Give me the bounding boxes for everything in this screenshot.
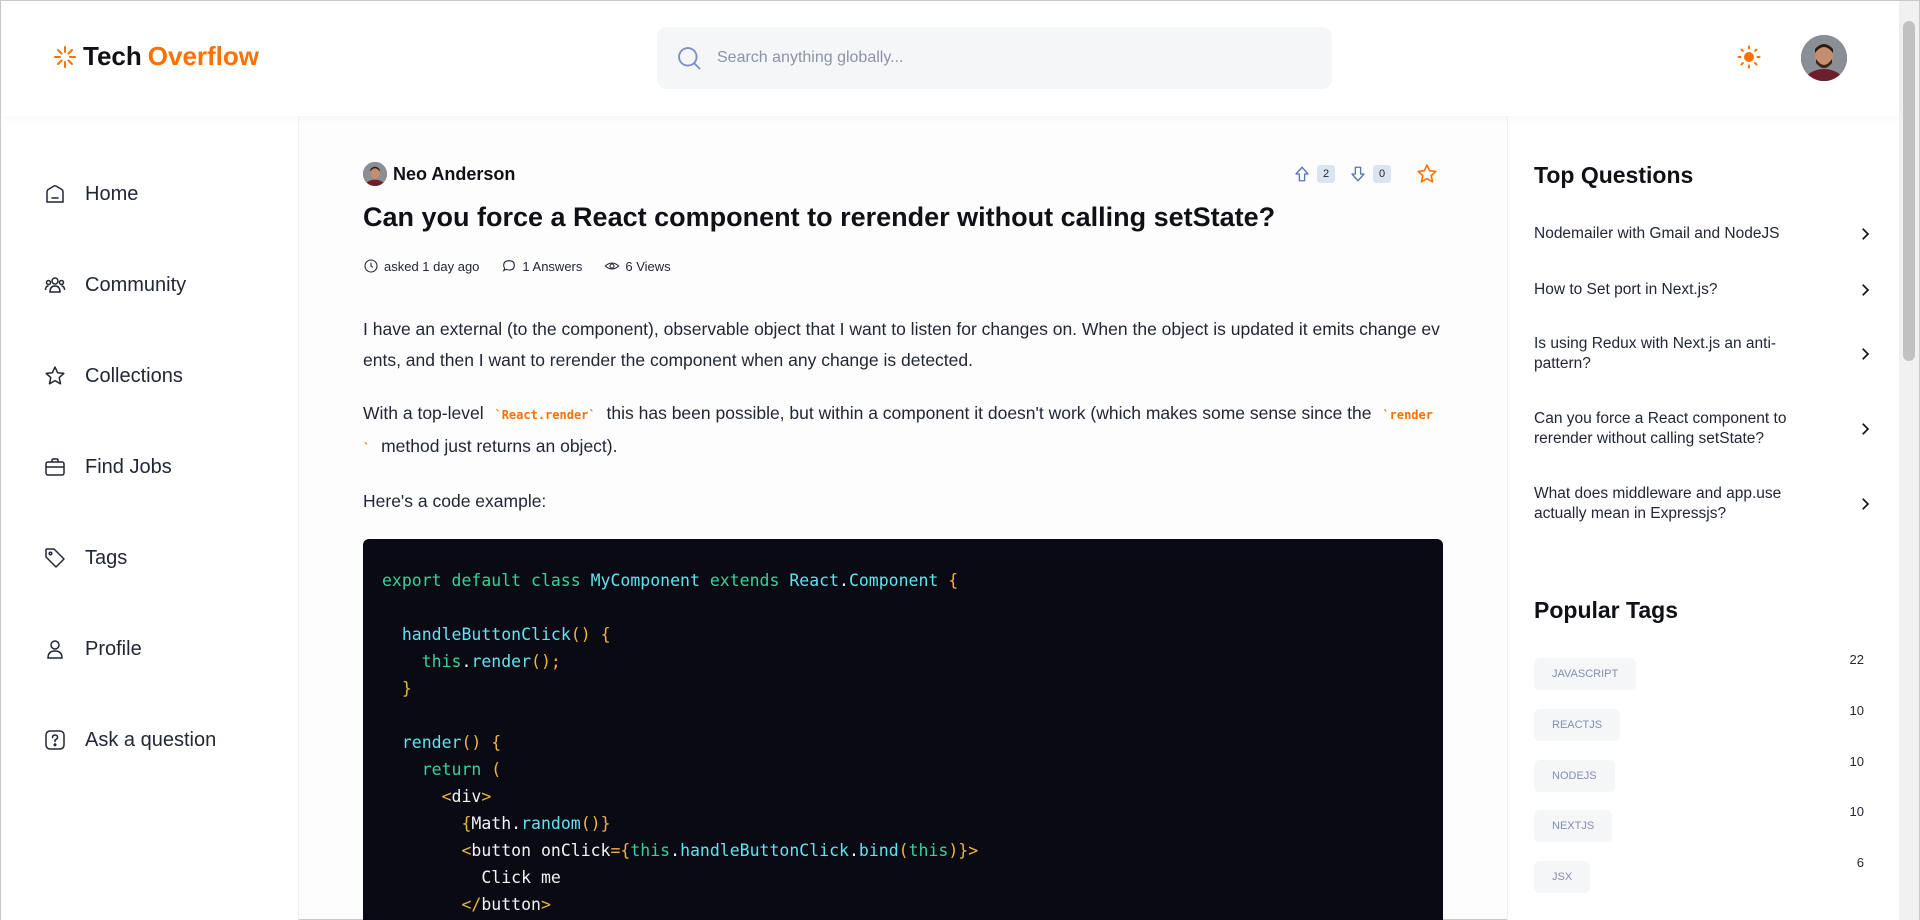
sidebar-item-label: Collections [85, 364, 183, 387]
views-meta: 6 Views [604, 258, 671, 274]
tag-count: 10 [1849, 703, 1864, 718]
code-block: export default class MyComponent extends… [363, 539, 1443, 920]
question-title: Can you force a React component to reren… [363, 202, 1276, 232]
sidebar-item-label: Profile [85, 637, 142, 660]
top-question-text: Can you force a React component to reren… [1534, 410, 1787, 447]
logo-icon [54, 45, 76, 68]
tag-count: 22 [1849, 652, 1864, 667]
user-avatar[interactable] [1801, 35, 1847, 81]
tag-count: 10 [1849, 754, 1864, 769]
top-question-text: What does middleware and app.use actuall… [1534, 485, 1782, 522]
sidebar-item-community[interactable]: Community [43, 273, 186, 297]
chevron-right-icon [1862, 284, 1870, 296]
search-icon [678, 47, 701, 70]
tag-badge[interactable]: JSX [1534, 861, 1591, 893]
top-question-item[interactable]: Is using Redux with Next.js an anti-patt… [1534, 334, 1874, 374]
tag-count: 10 [1849, 804, 1864, 819]
question-icon [45, 730, 65, 750]
tag-badge[interactable]: NEXTJS [1534, 810, 1613, 842]
body-text-segment: With a top-level [363, 403, 484, 423]
search-input[interactable] [717, 49, 1277, 67]
upvote-count: 2 [1317, 165, 1335, 183]
top-question-item[interactable]: How to Set port in Next.js? [1534, 280, 1874, 300]
tag-badge[interactable]: NODEJS [1534, 760, 1615, 792]
sidebar-item-collections[interactable]: Collections [43, 364, 183, 388]
right-sidebar: Top Questions Nodemailer with Gmail and … [1507, 116, 1899, 920]
body-text-segment: method just returns an object). [381, 436, 618, 456]
users-icon [44, 277, 66, 293]
sidebar-item-tags[interactable]: Tags [43, 546, 127, 570]
logo-text-overflow: Overflow [147, 41, 260, 71]
tag-count: 6 [1856, 855, 1864, 870]
star-icon [45, 366, 65, 385]
sidebar-item-home[interactable]: Home [43, 182, 138, 206]
popular-tag-row: JAVASCRIPT 22 [1534, 652, 1864, 690]
message-icon [503, 260, 516, 272]
chevron-right-icon [1862, 498, 1870, 510]
asked-text: asked 1 day ago [384, 258, 480, 274]
body-text-segment: this has been possible, but within a com… [606, 403, 1372, 423]
author-name: Neo Anderson [393, 163, 516, 184]
avatar-image [1801, 35, 1847, 81]
popular-tags-title: Popular Tags [1534, 597, 1678, 623]
popular-tag-row: NEXTJS 10 [1534, 804, 1864, 842]
top-questions-title: Top Questions [1534, 162, 1694, 188]
sidebar-item-find-jobs[interactable]: Find Jobs [43, 455, 172, 479]
top-question-item[interactable]: Can you force a React component to reren… [1534, 409, 1874, 449]
inline-code-react-render: `React.render` [494, 408, 596, 422]
answers-text: 1 Answers [522, 258, 583, 274]
chevron-right-icon [1862, 423, 1870, 435]
vote-controls: 2 0 [1293, 162, 1439, 186]
save-star-icon[interactable] [1415, 162, 1439, 186]
chevron-right-icon [1862, 348, 1870, 360]
sun-icon [1737, 45, 1761, 69]
sidebar-item-label: Find Jobs [85, 455, 172, 478]
tag-badge[interactable]: REACTJS [1534, 709, 1621, 741]
user-icon [47, 640, 63, 659]
top-question-text: Is using Redux with Next.js an anti-patt… [1534, 335, 1777, 372]
tag-badge[interactable]: JAVASCRIPT [1534, 658, 1637, 690]
tag-icon [45, 548, 65, 568]
popular-tag-row: NODEJS 10 [1534, 754, 1864, 792]
logo[interactable]: Tech Overflow [53, 41, 259, 72]
upvote-icon[interactable] [1293, 165, 1311, 183]
body-paragraph-3: Here's a code example: [363, 491, 547, 511]
sidebar-item-profile[interactable]: Profile [43, 637, 142, 661]
briefcase-icon [45, 458, 65, 476]
global-search[interactable] [657, 27, 1332, 89]
sidebar-item-label: Ask a question [85, 728, 217, 751]
page-scrollbar[interactable] [1899, 1, 1919, 920]
asked-meta: asked 1 day ago [363, 258, 479, 274]
left-sidebar: Home Community Collections Find Jobs Tag… [1, 116, 299, 920]
home-icon [46, 184, 64, 203]
top-question-item[interactable]: Nodemailer with Gmail and NodeJS [1534, 224, 1874, 244]
question-author[interactable]: Neo Anderson [363, 162, 515, 186]
top-question-text: How to Set port in Next.js? [1534, 281, 1718, 298]
sidebar-item-label: Home [85, 182, 139, 205]
views-text: 6 Views [625, 258, 671, 274]
question-body: I have an external (to the component), o… [363, 314, 1443, 539]
sidebar-item-label: Community [85, 273, 187, 296]
sidebar-item-ask-question[interactable]: Ask a question [43, 728, 216, 752]
top-question-text: Nodemailer with Gmail and NodeJS [1534, 225, 1780, 242]
question-meta: asked 1 day ago 1 Answers 6 Views [363, 258, 671, 274]
author-avatar-image [363, 162, 387, 186]
author-avatar [363, 162, 387, 186]
body-paragraph-1: I have an external (to the component), o… [363, 319, 1440, 370]
chevron-right-icon [1862, 228, 1870, 240]
answers-meta: 1 Answers [501, 258, 582, 274]
eye-icon [604, 262, 620, 270]
downvote-count: 0 [1373, 165, 1391, 183]
sidebar-item-label: Tags [85, 546, 128, 569]
popular-tag-row: JSX 6 [1534, 855, 1864, 893]
body-paragraph-2: With a top-level `React.render` this has… [363, 398, 1443, 464]
popular-tag-row: REACTJS 10 [1534, 703, 1864, 741]
scrollbar-thumb[interactable] [1903, 21, 1915, 361]
logo-text-tech: Tech [83, 41, 142, 71]
theme-toggle-button[interactable] [1737, 45, 1761, 74]
clock-icon [364, 259, 378, 273]
top-navbar: Tech Overflow [1, 1, 1899, 116]
downvote-icon[interactable] [1349, 165, 1367, 183]
top-question-item[interactable]: What does middleware and app.use actuall… [1534, 484, 1874, 524]
